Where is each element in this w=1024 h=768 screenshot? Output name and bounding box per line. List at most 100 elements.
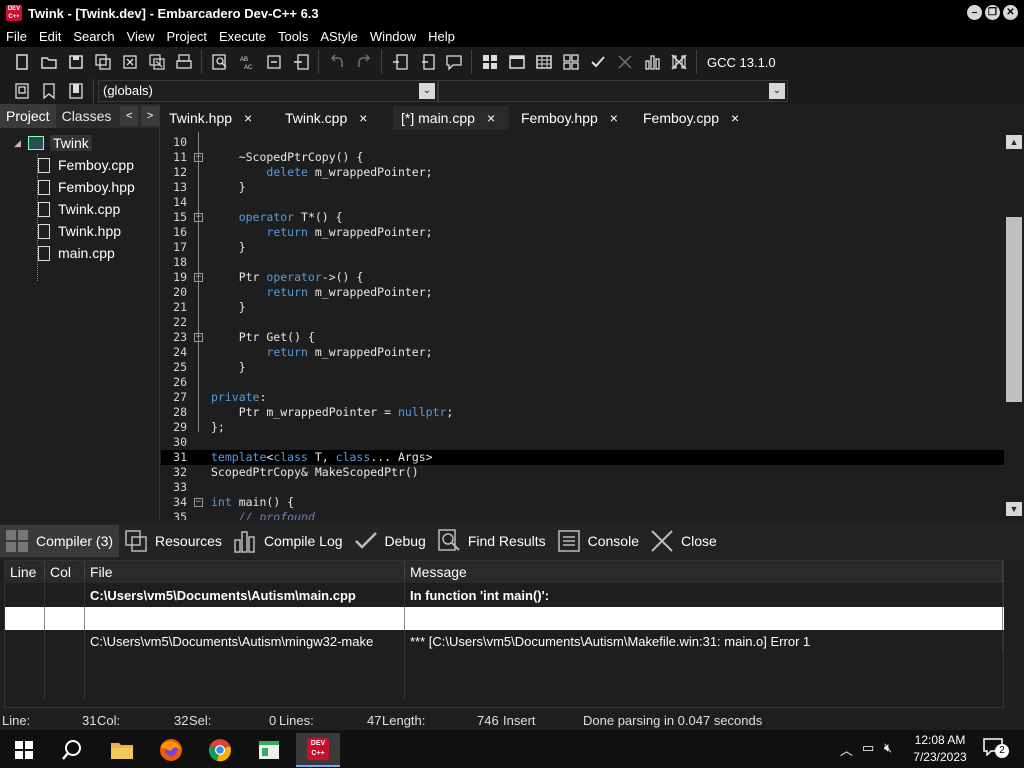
comment-button[interactable] [440, 50, 467, 74]
tree-item-main-cpp[interactable]: main.cpp [0, 242, 159, 264]
fold-toggle-icon[interactable]: − [194, 498, 203, 507]
code-line[interactable]: 32 ScopedPtrCopy& MakeScopedPtr() [161, 465, 1004, 480]
chevron-down-icon[interactable]: ⌄ [769, 82, 785, 99]
fold-toggle-icon[interactable]: − [194, 273, 203, 282]
tree-item-femboy-cpp[interactable]: Femboy.cpp [0, 154, 159, 176]
tree-item-twink-cpp[interactable]: Twink.cpp [0, 198, 159, 220]
code-line[interactable]: 14 [161, 195, 1004, 210]
close-window-button[interactable]: ✕ [1003, 5, 1018, 20]
code-line[interactable]: 19− Ptr operator->() { [161, 270, 1004, 285]
save-button[interactable] [62, 50, 89, 74]
toggle-bookmark-button[interactable] [287, 50, 314, 74]
print-button[interactable] [170, 50, 197, 74]
close-file-button[interactable] [116, 50, 143, 74]
toggle-bookmark-2-button[interactable] [35, 79, 62, 103]
tab-femboy-hpp[interactable]: Femboy.hpp × [513, 106, 631, 130]
code-line[interactable]: 33 [161, 480, 1004, 495]
table-row[interactable]: C:\Users\vm5\Documents\Autism\mingw32-ma… [5, 630, 1005, 653]
code-line[interactable]: 16 return m_wrappedPointer; [161, 225, 1004, 240]
file-explorer-button[interactable] [100, 733, 144, 767]
menu-help[interactable]: Help [422, 29, 461, 44]
code-line[interactable]: 18 [161, 255, 1004, 270]
devcpp-app-icon[interactable]: DEV C++ [6, 5, 22, 21]
project-new-button[interactable] [476, 50, 503, 74]
close-all-button[interactable] [143, 50, 170, 74]
close-tab-icon[interactable]: × [731, 110, 739, 126]
code-line[interactable]: 26 [161, 375, 1004, 390]
project-window-button[interactable] [503, 50, 530, 74]
code-line[interactable]: 28 Ptr m_wrappedPointer = nullptr; [161, 405, 1004, 420]
function-combo[interactable]: ⌄ [438, 79, 788, 102]
project-options-button[interactable] [530, 50, 557, 74]
code-line[interactable]: 23− Ptr Get() { [161, 330, 1004, 345]
goto-bookmark-button[interactable] [62, 79, 89, 103]
find-button[interactable] [206, 50, 233, 74]
code-line-current[interactable]: 31 template<class T, class... Args> [161, 450, 1004, 465]
tab-twink-cpp[interactable]: Twink.cpp × [277, 106, 389, 130]
stop-button[interactable] [611, 50, 638, 74]
code-line[interactable]: 21 } [161, 300, 1004, 315]
start-button[interactable] [2, 733, 46, 767]
show-hidden-icons-icon[interactable]: ︿ [840, 740, 853, 759]
menu-search[interactable]: Search [67, 29, 120, 44]
tab-project[interactable]: Project [0, 104, 56, 128]
undo-button[interactable] [323, 50, 350, 74]
tab-compile-log[interactable]: Compile Log [228, 525, 349, 557]
menu-execute[interactable]: Execute [213, 29, 272, 44]
redo-button[interactable] [350, 50, 377, 74]
fold-toggle-icon[interactable]: − [194, 153, 203, 162]
code-line[interactable]: 17 } [161, 240, 1004, 255]
open-button[interactable] [35, 50, 62, 74]
tab-twink-hpp[interactable]: Twink.hpp × [161, 106, 273, 130]
menu-astyle[interactable]: AStyle [314, 29, 364, 44]
compiler-selector[interactable]: GCC 13.1.0 [707, 55, 776, 70]
close-tab-icon[interactable]: × [610, 110, 618, 126]
chevron-down-icon[interactable]: ⌄ [419, 82, 435, 99]
scroll-down-icon[interactable]: ▼ [1006, 502, 1022, 516]
tab-debug[interactable]: Debug [349, 525, 432, 557]
editor-scrollbar[interactable]: ▲ ▼ [1004, 132, 1024, 520]
menu-edit[interactable]: Edit [33, 29, 67, 44]
tab-classes[interactable]: Classes [56, 104, 118, 128]
debug-x-button[interactable] [665, 50, 692, 74]
code-line[interactable]: 34− int main() { [161, 495, 1004, 510]
network-icon[interactable]: ▭ [862, 740, 874, 756]
volume-muted-icon[interactable]: 🔇︎ [884, 740, 892, 756]
chart-button[interactable] [638, 50, 665, 74]
notifications-button[interactable]: 2 [983, 738, 1011, 760]
goto-button[interactable] [260, 50, 287, 74]
insert-button[interactable] [8, 79, 35, 103]
column-header-col[interactable]: Col [45, 561, 85, 583]
restore-button[interactable]: ❐ [985, 5, 1000, 20]
code-line[interactable]: 15− operator T*() { [161, 210, 1004, 225]
tab-compiler[interactable]: Compiler (3) [0, 525, 120, 557]
code-line[interactable]: 11− ~ScopedPtrCopy() { [161, 150, 1004, 165]
close-tab-icon[interactable]: × [487, 110, 495, 126]
devcpp-taskbar-button[interactable]: DEV C++ [296, 733, 340, 767]
tab-femboy-cpp[interactable]: Femboy.cpp × [635, 106, 753, 130]
menu-window[interactable]: Window [364, 29, 422, 44]
scope-combo[interactable]: (globals) ⌄ [98, 79, 438, 102]
menu-tools[interactable]: Tools [272, 29, 314, 44]
close-tab-icon[interactable]: × [359, 110, 367, 126]
scroll-up-icon[interactable]: ▲ [1006, 135, 1022, 149]
tab-scroll-right-button[interactable]: > [141, 106, 159, 126]
minimize-button[interactable]: – [967, 5, 982, 20]
table-row[interactable]: C:\Users\vm5\Documents\Autism\main.cpp I… [5, 584, 1005, 607]
close-tab-icon[interactable]: × [244, 110, 252, 126]
menu-view[interactable]: View [121, 29, 161, 44]
column-header-message[interactable]: Message [405, 561, 1003, 583]
code-line[interactable]: 24 return m_wrappedPointer; [161, 345, 1004, 360]
unindent-button[interactable] [413, 50, 440, 74]
code-line[interactable]: 20 return m_wrappedPointer; [161, 285, 1004, 300]
column-header-line[interactable]: Line [5, 561, 45, 583]
tab-close[interactable]: Close [645, 525, 723, 557]
messages-scrollbar[interactable] [1004, 560, 1024, 708]
indent-button[interactable] [386, 50, 413, 74]
code-line[interactable]: 13 } [161, 180, 1004, 195]
firefox-button[interactable] [149, 733, 193, 767]
code-line[interactable]: 27 private: [161, 390, 1004, 405]
project-root-node[interactable]: ◢ Twink [0, 132, 159, 154]
compile-button[interactable] [557, 50, 584, 74]
replace-button[interactable]: AB AC [233, 50, 260, 74]
